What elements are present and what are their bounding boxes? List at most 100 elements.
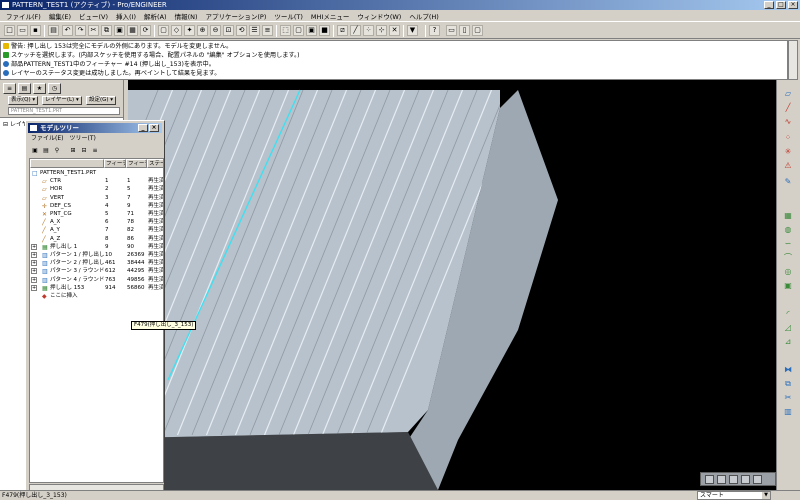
status-info-icon[interactable] xyxy=(753,475,762,484)
no-hidden-icon[interactable]: ▣ xyxy=(306,25,317,36)
chamfer-tool-icon[interactable]: ◿ xyxy=(782,322,794,333)
tree-row[interactable]: ╱ A_X 6 78 再生済 xyxy=(30,218,163,226)
window-close-icon[interactable]: ▢ xyxy=(472,25,483,36)
tree-collapse-icon[interactable]: ⊟ xyxy=(79,146,89,156)
hole-tool-icon[interactable]: ◎ xyxy=(782,266,794,277)
tree-row[interactable]: + ▥ パターン 1 / 押し出し 2 10 26369 再生済 xyxy=(30,251,163,259)
tree-row[interactable]: + ▦ 押し出し 1 9 90 再生済 xyxy=(30,243,163,251)
copy-icon[interactable]: ⧉ xyxy=(101,25,112,36)
expand-icon[interactable]: + xyxy=(31,276,37,283)
revolve-tool-icon[interactable]: ◍ xyxy=(782,224,794,235)
expand-icon[interactable]: + xyxy=(31,260,37,267)
status-select-icon[interactable] xyxy=(729,475,738,484)
favorites-tab-icon[interactable]: ★ xyxy=(33,83,46,94)
open-file-icon[interactable]: ▭ xyxy=(17,25,28,36)
tree-row[interactable]: + ▥ パターン 4 / ラウンド 2 763 49856 再生済 xyxy=(30,276,163,284)
minimize-button[interactable]: _ xyxy=(764,1,774,9)
menu-item-9[interactable]: ウィンドウ(W) xyxy=(353,11,405,21)
tree-row[interactable]: ╱ A_Y 7 82 再生済 xyxy=(30,226,163,234)
spin-center-toggle-icon[interactable]: ✕ xyxy=(389,25,400,36)
shell-tool-icon[interactable]: ▣ xyxy=(782,280,794,291)
datum-point-tool-icon[interactable]: ⁘ xyxy=(782,132,794,143)
model-tree-close-button[interactable]: × xyxy=(149,124,159,132)
tree-row[interactable]: ◆ ここに挿入 xyxy=(30,292,163,300)
tree-filter-icon[interactable]: ▣ xyxy=(30,146,40,156)
blend-tool-icon[interactable]: ⌒ xyxy=(782,252,794,263)
menu-item-2[interactable]: ビュー(V) xyxy=(75,11,112,21)
filter-dropdown-arrow-icon[interactable]: ▼ xyxy=(762,492,770,499)
menu-item-6[interactable]: アプリケーション(P) xyxy=(202,11,271,21)
column-header[interactable]: フィーチ... xyxy=(104,159,126,168)
paste-icon[interactable]: ▣ xyxy=(114,25,125,36)
show-dropdown[interactable]: 表示(Q) ▾ xyxy=(8,96,39,105)
tree-expand-icon[interactable]: ⊞ xyxy=(68,146,78,156)
column-header[interactable]: ステータ... xyxy=(147,159,163,168)
layer-dropdown[interactable]: レイヤー(L) ▾ xyxy=(42,96,82,105)
active-model-field[interactable]: PATTERN_TEST1.PRT xyxy=(8,107,120,115)
menu-item-3[interactable]: 挿入(I) xyxy=(112,11,140,21)
menu-item-8[interactable]: MHIメニュー xyxy=(307,11,353,21)
expand-icon[interactable]: + xyxy=(31,284,37,291)
trim-tool-icon[interactable]: ✂ xyxy=(782,392,794,403)
graphics-viewport[interactable] xyxy=(128,80,776,490)
saved-views-icon[interactable]: ☰ xyxy=(249,25,260,36)
column-header[interactable]: フィーチャ... xyxy=(126,159,147,168)
menu-item-5[interactable]: 情報(N) xyxy=(171,11,202,21)
folder-browser-tab-icon[interactable]: ▤ xyxy=(18,83,31,94)
wireframe-icon[interactable]: ⬚ xyxy=(280,25,291,36)
expand-icon[interactable]: + xyxy=(31,243,37,250)
tree-row[interactable]: ▱ VERT 3 7 再生済 xyxy=(30,194,163,202)
datum-plane-tool-icon[interactable]: ▱ xyxy=(782,88,794,99)
spin-center-icon[interactable]: ✦ xyxy=(184,25,195,36)
zoom-out-icon[interactable]: ⊖ xyxy=(210,25,221,36)
orient-icon[interactable]: ◇ xyxy=(171,25,182,36)
settings-dropdown[interactable]: 設定(G) ▾ xyxy=(86,96,117,105)
model-tree-menu-item[interactable]: ツリー(T) xyxy=(66,134,98,143)
tree-row[interactable]: ▱ CTR 1 1 再生済 xyxy=(30,177,163,185)
status-filter-icon[interactable] xyxy=(741,475,750,484)
selection-filter-select[interactable]: スマート ▼ xyxy=(697,491,771,500)
round-tool-icon[interactable]: ◜ xyxy=(782,308,794,319)
window-new-icon[interactable]: ▯ xyxy=(459,25,470,36)
hidden-line-icon[interactable]: ▢ xyxy=(293,25,304,36)
menu-item-1[interactable]: 編集(E) xyxy=(45,11,75,21)
paste-special-icon[interactable]: ▦ xyxy=(127,25,138,36)
maximize-button[interactable]: □ xyxy=(776,1,786,9)
expand-icon[interactable]: + xyxy=(31,252,37,258)
print-icon[interactable]: ▤ xyxy=(48,25,59,36)
tree-row[interactable]: ✛ DEF_CS 4 9 再生済 xyxy=(30,202,163,210)
status-light-icon[interactable] xyxy=(705,475,714,484)
sweep-tool-icon[interactable]: ∽ xyxy=(782,238,794,249)
refit-icon[interactable]: ⊡ xyxy=(223,25,234,36)
analysis-tool-icon[interactable]: ⚠ xyxy=(782,160,794,171)
datum-curve-tool-icon[interactable]: ∿ xyxy=(782,116,794,127)
mirror-tool-icon[interactable]: ⧓ xyxy=(782,364,794,375)
menu-item-10[interactable]: ヘルプ(H) xyxy=(405,11,442,21)
close-button[interactable]: × xyxy=(788,1,798,9)
redo-icon[interactable]: ↷ xyxy=(75,25,86,36)
cut-icon[interactable]: ✂ xyxy=(88,25,99,36)
coord-sys-tool-icon[interactable]: ✳ xyxy=(782,146,794,157)
history-tab-icon[interactable]: ◷ xyxy=(48,83,61,94)
model-tree-menu-item[interactable]: ファイル(E) xyxy=(28,134,66,143)
tree-find-icon[interactable]: ⚲ xyxy=(52,146,62,156)
datum-axis-tool-icon[interactable]: ╱ xyxy=(782,102,794,113)
shading-icon[interactable]: ■ xyxy=(319,25,330,36)
model-tree-minimize-button[interactable]: _ xyxy=(138,124,148,132)
sketch-tool-icon[interactable]: ✎ xyxy=(782,176,794,187)
save-icon[interactable]: ▪ xyxy=(30,25,41,36)
coord-sys-icon[interactable]: ⊹ xyxy=(376,25,387,36)
tree-row[interactable]: ▱ HOR 2 5 再生済 xyxy=(30,185,163,193)
datum-points-icon[interactable]: ⁘ xyxy=(363,25,374,36)
tree-row[interactable]: ✕ PNT_CG 5 71 再生済 xyxy=(30,210,163,218)
layer-tree-tab-icon[interactable]: ≡ xyxy=(3,83,16,94)
pattern-tool-icon[interactable]: ▥ xyxy=(782,406,794,417)
regenerate-icon[interactable]: ⟳ xyxy=(140,25,151,36)
tree-row[interactable]: + ▥ パターン 2 / 押し出し 3 461 38444 再生済 xyxy=(30,259,163,267)
new-file-icon[interactable]: □ xyxy=(4,25,15,36)
tree-row[interactable]: ╱ A_Z 8 86 再生済 xyxy=(30,235,163,243)
tree-row[interactable]: + ▥ パターン 3 / ラウンド 1 612 44295 再生済 xyxy=(30,267,163,275)
draft-tool-icon[interactable]: ⊿ xyxy=(782,336,794,347)
reorient-icon[interactable]: ⟲ xyxy=(236,25,247,36)
datum-planes-icon[interactable]: ⧄ xyxy=(337,25,348,36)
